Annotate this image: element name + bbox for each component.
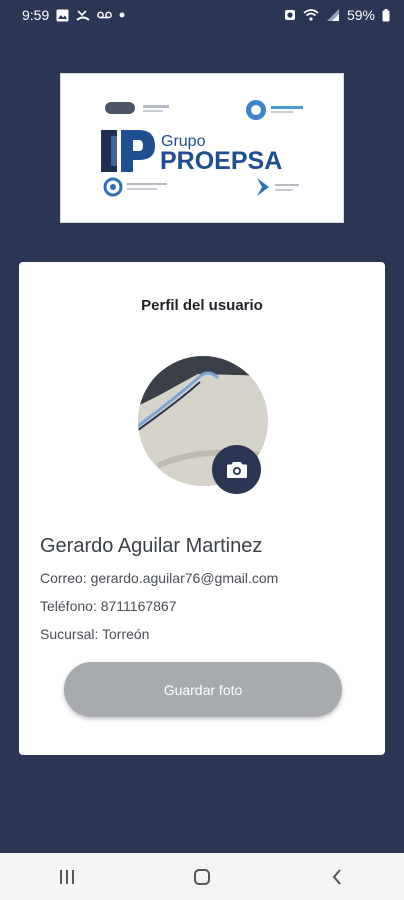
battery-percent: 59% — [346, 7, 375, 23]
home-icon — [193, 868, 210, 885]
user-email: Correo: gerardo.aguilar76@gmail.com — [40, 570, 279, 586]
status-bar: 9:59 59% — [0, 0, 404, 30]
back-icon — [332, 868, 341, 885]
partner-logo-bottom-right — [257, 178, 299, 196]
navigation-bar — [0, 853, 404, 900]
voicemail-icon — [97, 11, 113, 19]
back-button[interactable] — [307, 857, 367, 897]
change-photo-button[interactable] — [212, 445, 261, 494]
logo-text-proepsa: PROEPSA — [160, 147, 282, 175]
proepsa-logo-graphic: Grupo PROEPSA — [101, 100, 303, 197]
status-time: 9:59 — [22, 7, 50, 23]
missed-call-icon — [76, 9, 90, 21]
card-title: Perfil del usuario — [141, 297, 263, 314]
profile-card: Perfil del usuario Gerardo Aguilar Marti… — [19, 262, 385, 755]
user-phone: Teléfono: 8711167867 — [40, 598, 177, 614]
status-right: 59% — [284, 7, 390, 23]
alarm-icon — [284, 10, 295, 20]
status-left: 9:59 — [22, 7, 125, 23]
save-photo-button[interactable]: Guardar foto — [64, 662, 342, 717]
partner-logo-top-right — [246, 100, 303, 120]
company-logo: Grupo PROEPSA — [60, 73, 344, 223]
dot-icon — [119, 12, 125, 18]
user-branch: Sucursal: Torreón — [40, 626, 150, 642]
battery-icon — [382, 8, 390, 21]
user-full-name: Gerardo Aguilar Martinez — [40, 535, 263, 557]
recent-apps-button[interactable] — [37, 857, 97, 897]
recent-apps-icon — [60, 869, 75, 884]
wifi-icon — [303, 9, 319, 21]
home-button[interactable] — [172, 857, 232, 897]
partner-logo-top-left — [105, 102, 169, 114]
signal-icon — [326, 9, 339, 21]
image-icon — [56, 9, 69, 21]
partner-logo-bottom-left — [103, 177, 167, 197]
camera-icon — [226, 462, 247, 478]
